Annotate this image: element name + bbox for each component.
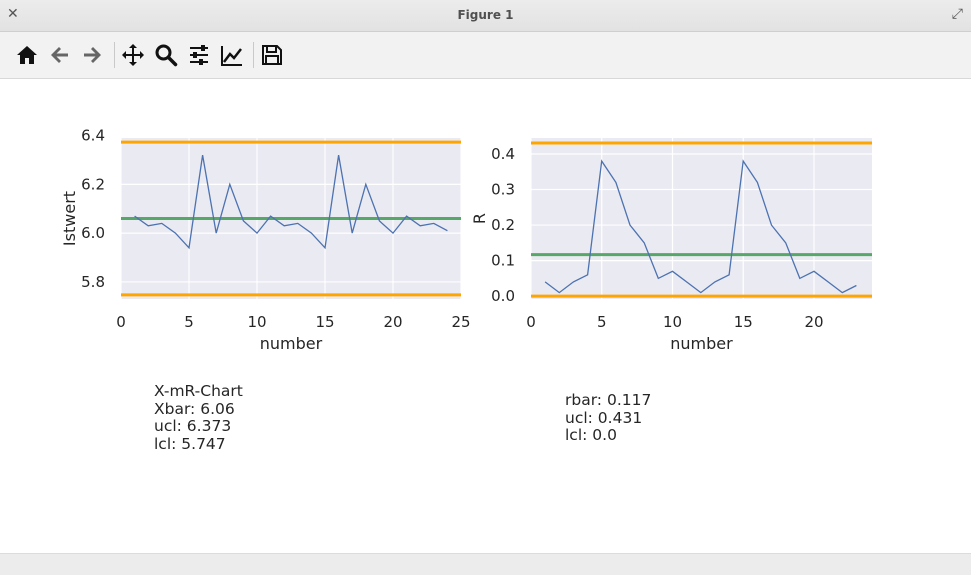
x-axis-label: number	[670, 334, 733, 353]
xmr-individuals-chart: 0 5 10 15 20 25 5.8 6.0 6.2 6.4 number Istwert	[60, 127, 471, 353]
move-icon	[122, 44, 144, 66]
arrow-left-icon	[51, 47, 68, 63]
y-tick-label: 6.0	[81, 224, 105, 242]
rbar-value: rbar: 0.117	[565, 391, 652, 409]
zoom-button[interactable]	[151, 39, 181, 71]
pan-button[interactable]	[118, 39, 148, 71]
x-tick-label: 20	[804, 313, 823, 331]
figure-canvas: 0 5 10 15 20 25 5.8 6.0 6.2 6.4 number Istwert 0 5…	[60, 127, 872, 353]
forward-button[interactable]	[77, 39, 107, 71]
configure-subplots-button[interactable]	[184, 39, 214, 71]
home-icon	[17, 46, 37, 64]
magnifier-icon	[155, 44, 178, 67]
y-tick-label: 0.0	[491, 287, 515, 305]
xbar-value: Xbar: 6.06	[154, 399, 235, 418]
x-tick-label: 5	[597, 313, 607, 331]
toolbar-separator	[114, 42, 115, 68]
moving-range-chart: 0 5 10 15 20 0.0 0.1 0.2 0.3 0.4 number R	[470, 138, 872, 353]
y-tick-label: 6.2	[81, 175, 105, 193]
lcl-value: lcl: 5.747	[154, 434, 226, 453]
x-tick-label: 10	[663, 313, 682, 331]
x-tick-label: 5	[184, 313, 194, 331]
y-tick-label: 0.3	[491, 181, 515, 199]
lcl-value: lcl: 0.0	[565, 426, 617, 444]
home-button[interactable]	[12, 39, 42, 71]
status-bar	[0, 553, 971, 575]
window-title: Figure 1	[457, 8, 514, 22]
plot-area	[531, 138, 872, 299]
x-tick-label: 0	[526, 313, 536, 331]
y-tick-label: 0.4	[491, 145, 515, 163]
chart-title: X-mR-Chart	[154, 382, 243, 400]
y-axis-label: Istwert	[60, 191, 79, 246]
x-tick-label: 15	[734, 313, 753, 331]
y-tick-label: 6.4	[81, 127, 105, 145]
x-tick-label: 15	[315, 313, 334, 331]
line-chart-icon	[221, 46, 242, 66]
x-tick-label: 10	[247, 313, 266, 331]
x-tick-label: 25	[451, 313, 470, 331]
title-bar: ✕ Figure 1 ⤢	[0, 0, 971, 32]
y-axis-label: R	[470, 213, 489, 224]
ucl-value: ucl: 0.431	[565, 408, 643, 427]
back-button[interactable]	[45, 39, 75, 71]
arrow-right-icon	[84, 47, 101, 63]
sliders-icon	[190, 45, 208, 65]
stats-left: X-mR-Chart Xbar: 6.06 ucl: 6.373 lcl: 5.…	[154, 382, 243, 453]
stats-right: rbar: 0.117 ucl: 0.431 lcl: 0.0	[565, 391, 652, 445]
toolbar-separator	[253, 42, 254, 68]
x-tick-label: 0	[116, 313, 126, 331]
x-tick-label: 20	[383, 313, 402, 331]
maximize-icon[interactable]: ⤢	[952, 6, 963, 22]
ucl-value: ucl: 6.373	[154, 417, 232, 435]
toolbar	[0, 32, 971, 79]
x-axis-label: number	[260, 334, 323, 353]
save-button[interactable]	[257, 39, 287, 71]
edit-axes-button[interactable]	[217, 39, 247, 71]
floppy-disk-icon	[262, 45, 282, 65]
y-tick-label: 0.2	[491, 216, 515, 234]
y-tick-label: 5.8	[81, 273, 105, 291]
y-tick-label: 0.1	[491, 252, 515, 270]
